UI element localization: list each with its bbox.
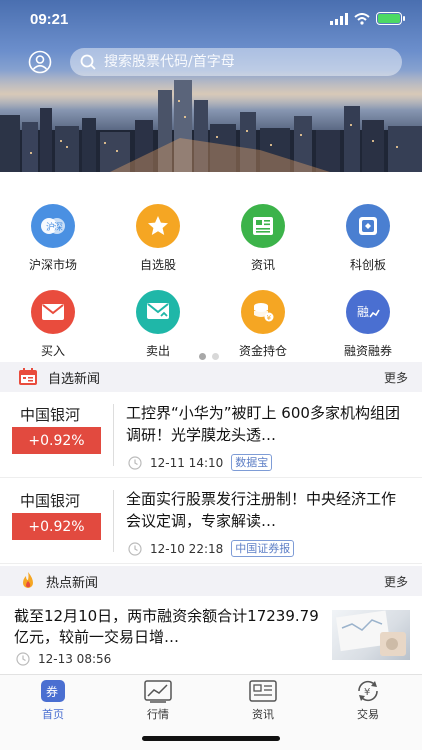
star-icon	[136, 204, 180, 248]
city-skyline-image	[0, 80, 422, 172]
news-time: 12-11 14:10	[150, 455, 224, 470]
sell-icon	[136, 290, 180, 334]
search-bar[interactable]	[70, 48, 402, 76]
clock-icon	[128, 541, 142, 556]
source-tag: 中国证券报	[231, 540, 295, 557]
tab-home[interactable]: 券 首页	[0, 679, 106, 722]
divider	[113, 490, 114, 552]
stock-name: 中国银河	[20, 406, 81, 424]
more-link[interactable]: 更多	[384, 369, 408, 386]
divider	[113, 404, 114, 466]
tab-label: 首页	[42, 708, 64, 721]
grid-item-label: 资金持仓	[238, 344, 287, 358]
tab-trade[interactable]: ¥ 交易	[315, 679, 421, 722]
grid-item-label: 卖出	[145, 344, 170, 358]
calendar-news-icon	[19, 368, 37, 385]
flame-icon	[23, 572, 33, 588]
hot-news-item[interactable]: 截至12月10日，两市融资余额合计17239.79亿元，较前一交易日增… 12-…	[0, 596, 422, 674]
stock-change-badge: +0.92%	[12, 427, 101, 454]
news-time: 12-10 22:18	[150, 541, 224, 556]
home-icon: 券	[41, 680, 65, 702]
news-meta: 12-10 22:18 中国证券报	[128, 540, 295, 557]
tab-label: 资讯	[252, 708, 274, 721]
clock-icon	[128, 455, 142, 470]
buy-icon	[31, 290, 75, 334]
page-indicator	[199, 353, 219, 360]
stock-name: 中国银河	[20, 492, 81, 510]
news-time: 12-13 08:56	[38, 652, 112, 666]
news-meta: 12-13 08:56	[16, 652, 111, 666]
page-dot-2	[212, 353, 219, 360]
status-time: 09:21	[30, 11, 69, 28]
search-icon	[80, 54, 96, 70]
news-thumbnail-image	[332, 610, 410, 660]
trade-icon: ¥	[358, 680, 378, 702]
battery-icon	[376, 12, 405, 25]
grid-item-margin-trading[interactable]: 融 融资融券	[315, 290, 421, 359]
grid-item-label: 买入	[40, 344, 65, 358]
news-title: 工控界“小华为”被盯上 600多家机构组团调研！光学膜龙头透…	[126, 404, 400, 444]
search-input[interactable]	[104, 54, 384, 70]
grid-item-shanghai-shenzhen-market[interactable]: 沪 深 沪深市场	[0, 204, 106, 273]
status-icons	[330, 12, 405, 25]
news-title: 全面实行股票发行注册制！中央经济工作会议定调，专家解读…	[126, 490, 397, 530]
grid-item-watchlist[interactable]: 自选股	[105, 204, 211, 273]
more-link[interactable]: 更多	[384, 573, 408, 590]
grid-item-label: 沪深市场	[28, 258, 77, 272]
grid-item-label: 自选股	[139, 258, 176, 272]
news-title: 截至12月10日，两市融资余额合计17239.79亿元，较前一交易日增…	[14, 607, 319, 646]
news-icon	[241, 204, 285, 248]
svg-text:¥: ¥	[267, 314, 272, 322]
profile-icon[interactable]	[28, 50, 52, 74]
news-meta: 12-11 14:10 数据宝	[128, 454, 273, 471]
status-bar: 09:21	[0, 0, 422, 40]
quick-access-grid: 沪 深 沪深市场 自选股 资讯 科创板 买入 卖出 ¥ 资金持仓 融 融资融券	[0, 190, 422, 360]
tab-market[interactable]: 行情	[105, 679, 211, 722]
funds-holdings-icon: ¥	[241, 290, 285, 334]
svg-text:深: 深	[54, 222, 63, 233]
watchlist-news-header: 自选新闻 更多	[0, 362, 422, 392]
svg-text:融: 融	[357, 305, 369, 319]
grid-item-buy[interactable]: 买入	[0, 290, 106, 359]
tab-label: 行情	[147, 708, 169, 721]
svg-text:券: 券	[46, 684, 58, 699]
margin-trading-icon: 融	[346, 290, 390, 334]
news-item[interactable]: 中国银河 +0.92% 全面实行股票发行注册制！中央经济工作会议定调，专家解读……	[0, 478, 422, 564]
svg-text:¥: ¥	[364, 687, 370, 698]
stock-change-badge: +0.92%	[12, 513, 101, 540]
section-title: 热点新闻	[46, 575, 99, 591]
page-dot-1	[199, 353, 206, 360]
home-indicator	[142, 736, 280, 741]
market-chart-icon	[144, 680, 172, 703]
grid-item-label: 融资融券	[343, 344, 392, 358]
wifi-icon	[354, 12, 370, 25]
grid-item-news[interactable]: 资讯	[210, 204, 316, 273]
news-item[interactable]: 中国银河 +0.92% 工控界“小华为”被盯上 600多家机构组团调研！光学膜龙…	[0, 392, 422, 478]
section-title: 自选新闻	[48, 371, 101, 387]
source-tag: 数据宝	[231, 454, 273, 471]
grid-item-funds-holdings[interactable]: ¥ 资金持仓	[210, 290, 316, 359]
star-market-icon	[346, 204, 390, 248]
grid-item-sell[interactable]: 卖出	[105, 290, 211, 359]
signal-icon	[330, 12, 348, 25]
hero-banner: 09:21	[0, 0, 422, 172]
grid-item-label: 资讯	[250, 258, 275, 272]
grid-item-star-market[interactable]: 科创板	[315, 204, 421, 273]
news-tab-icon	[249, 680, 277, 702]
grid-item-label: 科创板	[349, 258, 386, 272]
tab-news[interactable]: 资讯	[210, 679, 316, 722]
clock-icon	[16, 652, 30, 666]
tab-label: 交易	[357, 708, 379, 721]
hot-news-header: 热点新闻 更多	[0, 566, 422, 596]
shanghai-shenzhen-market-icon: 沪 深	[31, 204, 75, 248]
